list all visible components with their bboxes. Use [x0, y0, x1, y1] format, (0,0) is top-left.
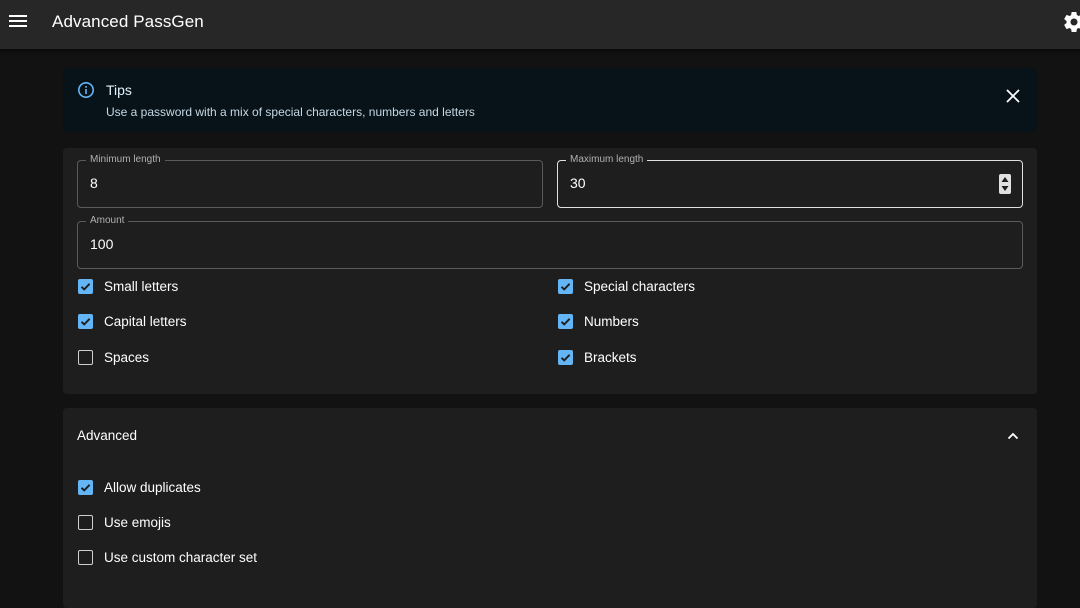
chevron-up-icon — [1007, 432, 1019, 440]
brackets-label: Brackets — [584, 349, 637, 365]
checkbox-unchecked-icon — [78, 349, 93, 365]
settings-button[interactable] — [1062, 10, 1080, 34]
spaces-checkbox[interactable]: Spaces — [78, 347, 149, 367]
special-characters-label: Special characters — [584, 278, 696, 294]
advanced-title[interactable]: Advanced — [77, 428, 137, 443]
special-characters-checkbox[interactable]: Special characters — [558, 276, 695, 296]
app-title: Advanced PassGen — [52, 12, 204, 31]
tips-alert: Tips Use a password with a mix of specia… — [63, 68, 1037, 132]
menu-icon — [9, 15, 27, 27]
min-length-field: Minimum length — [77, 154, 543, 208]
max-length-input[interactable] — [570, 175, 942, 191]
numbers-checkbox[interactable]: Numbers — [558, 311, 639, 331]
checkbox-unchecked-icon — [78, 549, 93, 565]
checkbox-unchecked-icon — [78, 514, 93, 530]
menu-button[interactable] — [6, 9, 30, 33]
advanced-section: Advanced Allow duplicates Use emojis Use… — [63, 408, 1037, 608]
gear-icon — [1064, 12, 1080, 33]
amount-field: Amount — [77, 215, 1023, 269]
checkbox-checked-icon — [558, 278, 573, 294]
tips-text: Use a password with a mix of special cha… — [106, 105, 475, 119]
min-length-input[interactable] — [90, 175, 462, 191]
amount-input[interactable] — [90, 236, 846, 252]
use-emojis-checkbox[interactable]: Use emojis — [78, 512, 171, 532]
tips-close-button[interactable] — [1003, 86, 1023, 106]
app-bar: Advanced PassGen — [0, 0, 1080, 49]
custom-character-set-checkbox[interactable]: Use custom character set — [78, 547, 257, 567]
checkbox-checked-icon — [78, 313, 93, 329]
spaces-label: Spaces — [104, 349, 150, 365]
max-length-field: Maximum length — [557, 154, 1023, 208]
info-icon — [78, 82, 94, 98]
checkbox-checked-icon — [558, 313, 573, 329]
amount-label: Amount — [86, 215, 129, 227]
max-length-stepper[interactable] — [999, 174, 1011, 194]
allow-duplicates-checkbox[interactable]: Allow duplicates — [78, 477, 201, 497]
checkbox-checked-icon — [558, 349, 573, 365]
close-icon — [1006, 89, 1020, 103]
tips-title: Tips — [106, 82, 132, 98]
checkbox-checked-icon — [78, 278, 93, 294]
use-emojis-label: Use emojis — [104, 514, 171, 530]
custom-character-set-label: Use custom character set — [104, 549, 258, 565]
small-letters-label: Small letters — [104, 278, 179, 294]
checkbox-checked-icon — [78, 479, 93, 495]
brackets-checkbox[interactable]: Brackets — [558, 347, 637, 367]
capital-letters-label: Capital letters — [104, 313, 187, 329]
options-card: Minimum length Maximum length Amount Sma… — [63, 148, 1037, 394]
allow-duplicates-label: Allow duplicates — [104, 479, 201, 495]
small-letters-checkbox[interactable]: Small letters — [78, 276, 178, 296]
numbers-label: Numbers — [584, 313, 639, 329]
stepper-arrows-icon — [1001, 177, 1009, 191]
advanced-collapse-button[interactable] — [1005, 428, 1021, 444]
capital-letters-checkbox[interactable]: Capital letters — [78, 311, 187, 331]
max-length-label: Maximum length — [566, 154, 648, 166]
min-length-label: Minimum length — [86, 154, 165, 166]
